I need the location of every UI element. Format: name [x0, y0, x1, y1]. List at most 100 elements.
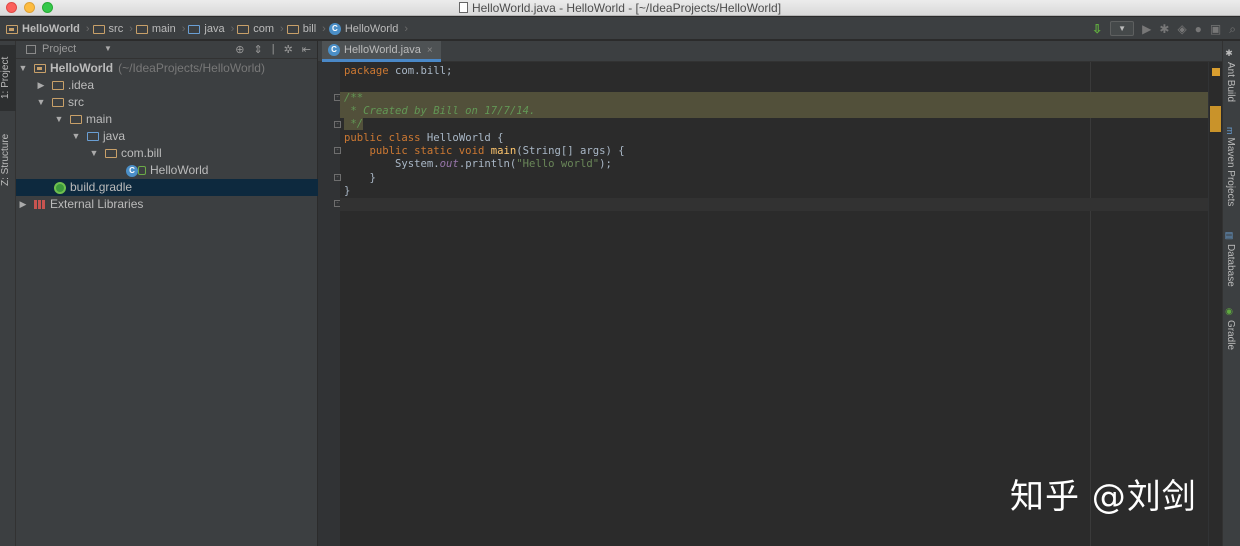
access-icon	[138, 166, 146, 175]
tree-item-label: com.bill	[121, 146, 162, 160]
gradle-icon: ◉	[1225, 307, 1235, 317]
folder-icon	[135, 24, 148, 34]
coverage-icon[interactable]: ◈	[1177, 21, 1186, 37]
chevron-down-icon[interactable]: ▼	[18, 60, 28, 77]
project-view-selector[interactable]: Project	[26, 43, 76, 55]
code-line: */	[344, 118, 364, 130]
tree-item-com-bill[interactable]: ▼ com.bill	[16, 145, 318, 162]
debug-icon[interactable]: ✱	[1159, 21, 1169, 37]
collapse-all-icon[interactable]: ⇕	[253, 43, 262, 56]
tree-item-src[interactable]: ▼ src	[16, 94, 318, 111]
tree-item-label: build.gradle	[70, 180, 133, 194]
editor-tab-bar: C HelloWorld.java ×	[318, 41, 1222, 62]
tool-window-label: 1: Project	[0, 56, 11, 100]
tree-item-path-hint: (~/IdeaProjects/HelloWorld)	[118, 61, 265, 75]
tab-helloworld-java[interactable]: C HelloWorld.java ×	[322, 41, 441, 62]
gear-icon[interactable]: ✲	[284, 43, 293, 56]
folder-icon	[188, 24, 201, 34]
project-tree: ▼ HelloWorld (~/IdeaProjects/HelloWorld)…	[16, 60, 318, 213]
chevron-down-icon[interactable]: ▼	[89, 145, 99, 162]
chevron-right-icon: ›	[322, 23, 326, 35]
tool-window-ant-build[interactable]: ✱ Ant Build	[1225, 49, 1236, 102]
tool-window-label: Maven Projects	[1225, 137, 1236, 207]
folder-icon	[92, 24, 105, 34]
tree-item-build-gradle[interactable]: build.gradle	[16, 179, 318, 196]
breadcrumb-java[interactable]: java	[188, 23, 225, 35]
class-icon: C	[328, 44, 340, 56]
code-line: /**	[340, 92, 1208, 106]
stop-icon[interactable]: ●	[1195, 21, 1202, 37]
tree-item-external-libraries[interactable]: ▶ External Libraries	[16, 196, 318, 213]
tree-item-main[interactable]: ▼ main	[16, 111, 318, 128]
left-tool-window-bar: 1: Project Z: Structure	[0, 41, 16, 546]
source-folder-icon	[87, 132, 99, 141]
chevron-down-icon[interactable]: ▼	[54, 111, 64, 128]
breadcrumb-label: main	[151, 23, 176, 35]
search-icon[interactable]: ⌕	[1229, 21, 1236, 37]
divider-icon: |	[271, 43, 275, 55]
chevron-down-icon[interactable]: ▼	[104, 44, 112, 53]
project-panel: Project ▼ ⊕ ⇕ | ✲ ⇤ ▼ HelloWorld (~/Idea…	[16, 41, 318, 546]
close-icon[interactable]: ×	[427, 45, 433, 56]
scroll-from-source-icon[interactable]: ⊕	[235, 43, 244, 56]
run-icon[interactable]: ▶	[1142, 21, 1151, 37]
java-file-icon	[458, 2, 468, 13]
maven-icon: m	[1225, 127, 1235, 135]
breadcrumb-label: bill	[302, 23, 317, 35]
chevron-right-icon[interactable]: ▶	[36, 77, 46, 94]
tool-window-gradle[interactable]: ◉ Gradle	[1225, 307, 1236, 350]
breadcrumb-label: HelloWorld	[344, 23, 399, 35]
gradle-icon	[54, 181, 66, 194]
code-line: public static void main(String[] args) {	[369, 145, 625, 157]
tree-item-idea[interactable]: ▶ .idea	[16, 77, 318, 94]
tree-item-java[interactable]: ▼ java	[16, 128, 318, 145]
chevron-right-icon[interactable]: ▶	[18, 196, 28, 213]
highlight-marker[interactable]	[1210, 106, 1221, 132]
build-icon[interactable]: ⇩	[1092, 21, 1102, 37]
tool-window-database[interactable]: ▤ Database	[1225, 231, 1236, 287]
package-icon	[105, 149, 117, 158]
warning-marker-icon[interactable]	[1212, 68, 1220, 76]
breadcrumb-label: com	[253, 23, 275, 35]
tree-item-label: .idea	[68, 78, 95, 92]
hide-panel-icon[interactable]: ⇤	[302, 43, 311, 56]
class-icon: C	[328, 23, 341, 35]
tree-item-label: src	[68, 95, 84, 109]
tool-window-structure[interactable]: Z: Structure	[0, 125, 16, 195]
chevron-right-icon: ›	[181, 23, 186, 35]
chevron-right-icon: ›	[230, 23, 235, 35]
editor-gutter[interactable]: - - - - -	[318, 62, 341, 546]
database-icon: ▤	[1225, 231, 1235, 241]
breadcrumb-main[interactable]: main	[135, 23, 176, 35]
code-line-current	[340, 198, 1208, 212]
tree-item-helloworld-class[interactable]: C HelloWorld	[16, 162, 318, 179]
chevron-right-icon: ›	[280, 23, 284, 35]
tree-item-label: java	[103, 129, 126, 143]
navigation-bar: HelloWorld › src › main › java › com › bill › …	[0, 17, 1240, 40]
code-line: * Created by Bill on 17/7/14.	[340, 105, 1208, 119]
run-configuration-dropdown[interactable]: ▼	[1110, 21, 1135, 36]
breadcrumb-com[interactable]: com	[237, 23, 274, 35]
chevron-down-icon[interactable]: ▼	[71, 128, 81, 145]
breadcrumb-helloworld[interactable]: C HelloWorld	[328, 23, 399, 35]
project-structure-icon[interactable]: ▣	[1210, 21, 1221, 37]
project-view-label: Project	[42, 43, 77, 55]
breadcrumb-project[interactable]: HelloWorld	[6, 23, 80, 35]
project-folder-icon	[6, 24, 18, 34]
tree-item-helloworld[interactable]: ▼ HelloWorld (~/IdeaProjects/HelloWorld)	[16, 60, 318, 77]
tool-window-label: Z: Structure	[0, 133, 11, 187]
window-title: HelloWorld.java - HelloWorld - [~/IdeaPr…	[471, 1, 782, 15]
code-line: }	[344, 172, 376, 184]
tool-window-maven[interactable]: m Maven Projects	[1225, 127, 1236, 206]
editor-scrollbar[interactable]	[1208, 62, 1222, 546]
tool-window-label: Gradle	[1225, 320, 1236, 351]
chevron-down-icon[interactable]: ▼	[36, 94, 46, 111]
breadcrumb-bill[interactable]: bill	[286, 23, 317, 35]
chevron-right-icon: ›	[404, 23, 409, 35]
window-titlebar: HelloWorld.java - HelloWorld - [~/IdeaPr…	[0, 0, 1240, 16]
tool-window-project[interactable]: 1: Project	[0, 45, 16, 111]
breadcrumb-src[interactable]: src	[92, 23, 123, 35]
project-view-icon	[26, 44, 36, 54]
tool-window-label: Database	[1225, 244, 1236, 287]
breadcrumb-label: HelloWorld	[22, 23, 80, 35]
